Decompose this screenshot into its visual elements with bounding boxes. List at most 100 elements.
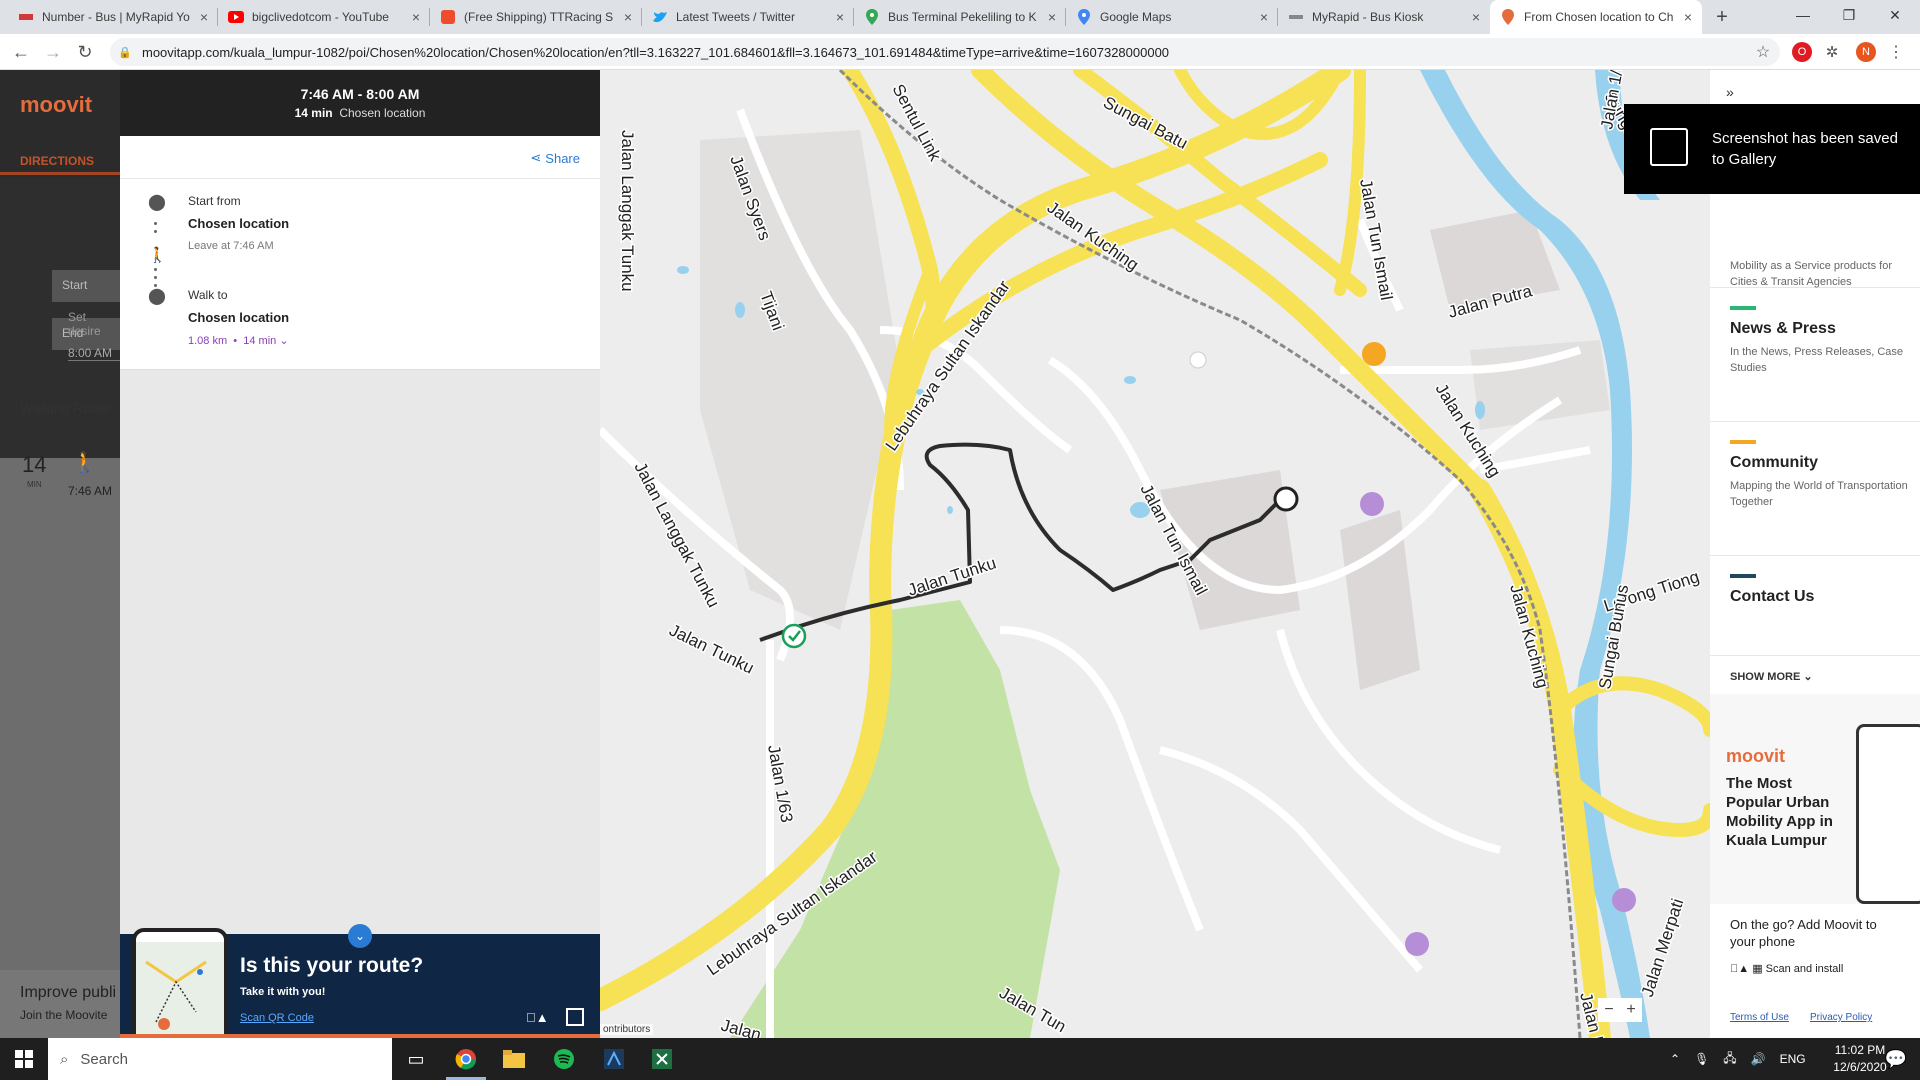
notification-icon[interactable]: 💬 [1872, 1038, 1920, 1080]
privacy-link[interactable]: Privacy Policy [1810, 1012, 1872, 1023]
microphone-icon[interactable]: 🎙 [1694, 1052, 1709, 1066]
close-tab-icon[interactable]: × [1684, 9, 1692, 25]
minimize-button[interactable]: — [1780, 0, 1826, 30]
extensions-puzzle-icon[interactable]: ✲ [1822, 42, 1842, 62]
browser-tab[interactable]: bigclivedotcom - YouTube × [218, 0, 430, 34]
origin-marker [1273, 486, 1299, 512]
excel-icon[interactable] [638, 1038, 686, 1080]
new-tab-button[interactable]: + [1707, 0, 1737, 34]
browser-tab[interactable]: (Free Shipping) TTRacing S × [430, 0, 642, 34]
forward-button[interactable]: → [40, 39, 66, 65]
map-contributors: ontributors [600, 1024, 654, 1035]
tab-underline [0, 172, 120, 175]
map-view[interactable]: Jalan Langgak Tunku Jalan Syers Tijani Sent… [600, 70, 1710, 1038]
browser-tab[interactable]: MyRapid - Bus Kiosk × [1278, 0, 1490, 34]
poi-marker-lock-icon [1362, 342, 1386, 366]
zoom-in-button[interactable]: + [1626, 1001, 1635, 1019]
tab-directions[interactable]: DIRECTIONS [20, 154, 94, 168]
moovit-logo: moovit [1726, 746, 1786, 766]
clapperboard-icon [1650, 128, 1688, 166]
close-tab-icon[interactable]: × [836, 9, 844, 25]
road-label: Jalan Merpati [1638, 896, 1688, 999]
maps-pin-icon [1076, 9, 1092, 25]
start-input[interactable]: Start [52, 270, 120, 302]
tray-chevron-icon[interactable]: ⌃ [1670, 1052, 1680, 1066]
terms-link[interactable]: Terms of Use [1730, 1012, 1789, 1023]
browser-tab-active[interactable]: From Chosen location to Ch × [1490, 0, 1702, 34]
close-tab-icon[interactable]: × [1260, 9, 1268, 25]
browser-toolbar: ← → ↻ 🔒 moovitapp.com/kuala_lumpur-1082/… [0, 34, 1920, 70]
language-indicator[interactable]: ENG [1780, 1052, 1806, 1066]
app-promo[interactable]: moovit The Most Popular Urban Mobility A… [1710, 694, 1920, 904]
tab-title: Google Maps [1100, 10, 1172, 24]
file-explorer-icon[interactable] [490, 1038, 538, 1080]
road-label: Jalan Tunku [905, 553, 998, 599]
walking-person-icon: 🚶 [148, 247, 167, 264]
lock-icon: 🔒 [118, 46, 132, 59]
community-section[interactable]: Community Mapping the World of Transport… [1710, 422, 1920, 556]
walk-to-location-name: Chosen location [188, 310, 290, 325]
road-label: Jalan Tunku [666, 621, 757, 678]
task-view-icon[interactable]: ▭ [392, 1038, 440, 1080]
close-window-button[interactable]: ✕ [1872, 0, 1918, 30]
scan-qr-link[interactable]: Scan QR Code [240, 1012, 314, 1024]
maps-pin-icon [864, 9, 880, 25]
improve-banner[interactable]: Improve publi Join the Moovite [0, 970, 120, 1038]
chrome-icon[interactable] [442, 1038, 490, 1080]
zoom-out-button[interactable]: − [1604, 1001, 1613, 1019]
banner-question: Is this your route? [240, 954, 424, 977]
reload-button[interactable]: ↻ [72, 39, 98, 65]
close-tab-icon[interactable]: × [412, 9, 420, 25]
screenshot-toast[interactable]: Screenshot has been saved to Gallery [1624, 104, 1920, 194]
browser-tab[interactable]: Bus Terminal Pekeliling to K × [854, 0, 1066, 34]
improve-title: Improve publi [20, 984, 117, 1001]
bookmark-star-icon[interactable]: ☆ [1750, 39, 1776, 65]
network-icon[interactable]: 🖧 [1723, 1049, 1736, 1070]
route-duration: 14 min [294, 106, 333, 120]
phone-illustration [132, 928, 228, 1038]
share-button[interactable]: ⋖ Share [530, 150, 580, 166]
menu-kebab-icon[interactable]: ⋮ [1886, 42, 1906, 62]
close-tab-icon[interactable]: × [1048, 9, 1056, 25]
promo-text: The Most Popular Urban Mobility App in K… [1726, 775, 1833, 849]
route-walk-time: 7:46 AM [68, 484, 113, 498]
route-destination: Chosen location [339, 106, 426, 120]
accent-bar [1730, 306, 1756, 310]
close-tab-icon[interactable]: × [200, 9, 208, 25]
profile-avatar[interactable]: N [1856, 42, 1876, 62]
volume-icon[interactable]: 🔊 [1751, 1052, 1766, 1066]
search-placeholder: Search [80, 1050, 128, 1068]
tab-title: From Chosen location to Ch [1524, 10, 1674, 24]
browser-tab[interactable]: Latest Tweets / Twitter × [642, 0, 854, 34]
opera-extension-icon[interactable]: O [1792, 42, 1812, 62]
section-title: News & Press [1730, 320, 1836, 337]
tab-title: Latest Tweets / Twitter [676, 10, 795, 24]
time-input[interactable]: 8:00 AM [68, 346, 120, 361]
address-bar[interactable]: 🔒 moovitapp.com/kuala_lumpur-1082/poi/Ch… [110, 38, 1780, 66]
walk-details-toggle[interactable]: 1.08 km • 14 min ⌄ [188, 334, 289, 347]
on-the-go-text: On the go? Add Moovit to your phone [1730, 917, 1877, 949]
maximize-button[interactable]: ❐ [1826, 0, 1872, 30]
scan-install-link[interactable]: ▲ ▦ Scan and install [1730, 962, 1843, 975]
set-time-label: Set desire [68, 310, 101, 338]
browser-tab[interactable]: Google Maps × [1066, 0, 1278, 34]
back-button[interactable]: ← [8, 39, 34, 65]
mobility-description: Mobility as a Service products for Citie… [1730, 260, 1893, 288]
twitter-icon [652, 9, 668, 25]
qr-code-icon[interactable] [566, 1008, 584, 1026]
expand-chevrons-icon[interactable]: » [1726, 84, 1734, 100]
close-tab-icon[interactable]: × [1472, 9, 1480, 25]
show-more-button[interactable]: SHOW MORE ⌄ [1730, 670, 1813, 683]
close-tab-icon[interactable]: × [624, 9, 632, 25]
divider [120, 178, 600, 179]
news-press-section[interactable]: News & Press In the News, Press Releases… [1710, 288, 1920, 422]
app-icon[interactable] [590, 1038, 638, 1080]
spotify-icon[interactable] [540, 1038, 588, 1080]
apple-android-icon: ▲ ▦ [1730, 963, 1763, 975]
browser-tab[interactable]: Number - Bus | MyRapid Yo × [8, 0, 218, 34]
contact-section[interactable]: Contact Us [1710, 556, 1920, 656]
walking-route-label: Walking Route [20, 400, 111, 416]
windows-start-icon[interactable] [0, 1038, 48, 1080]
taskbar-search[interactable]: ⌕ Search [48, 1038, 392, 1080]
collapse-chevron-icon[interactable]: ⌄ [348, 924, 372, 948]
